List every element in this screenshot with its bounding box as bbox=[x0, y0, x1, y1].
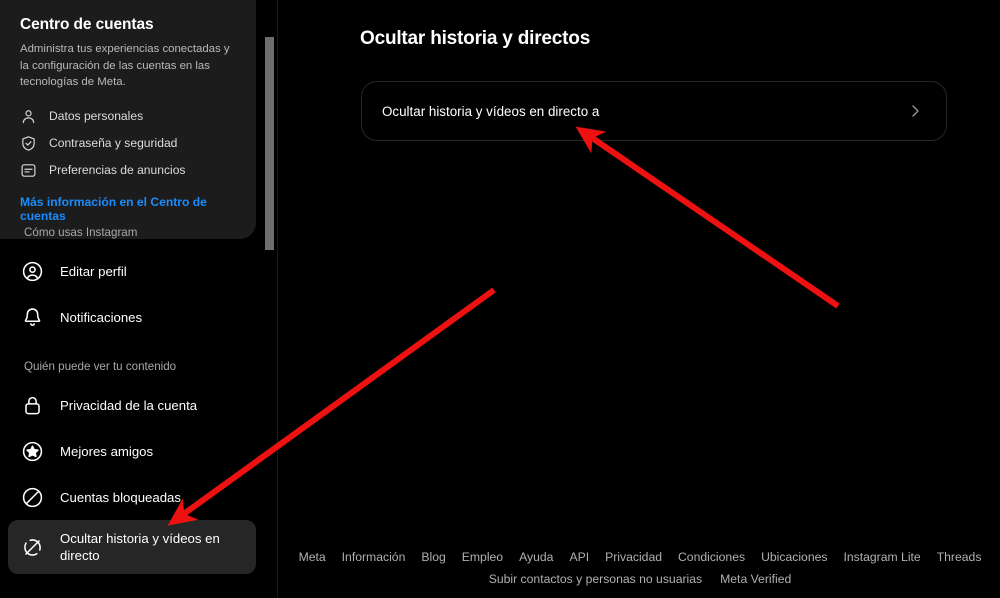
footer-link-threads[interactable]: Threads bbox=[937, 546, 982, 568]
accounts-center-card: Centro de cuentas Administra tus experie… bbox=[0, 0, 256, 239]
accounts-center-item-label: Datos personales bbox=[49, 109, 144, 123]
person-icon bbox=[20, 108, 37, 125]
accounts-center-item-label: Contraseña y seguridad bbox=[49, 136, 178, 150]
footer-link-instagram-lite[interactable]: Instagram Lite bbox=[843, 546, 920, 568]
sidebar-item-label: Editar perfil bbox=[60, 263, 127, 279]
hide-story-and-live-from-row[interactable]: Ocultar historia y vídeos en directo a bbox=[362, 82, 946, 140]
sidebar-item-label: Cuentas bloqueadas bbox=[60, 489, 181, 505]
footer-link-meta-verified[interactable]: Meta Verified bbox=[720, 568, 791, 590]
page-title: Ocultar historia y directos bbox=[360, 28, 591, 49]
footer-link-privacidad[interactable]: Privacidad bbox=[605, 546, 662, 568]
accounts-center-item-password-security[interactable]: Contraseña y seguridad bbox=[20, 130, 240, 157]
footer-links-primary: Meta Información Blog Empleo Ayuda API P… bbox=[280, 546, 1000, 568]
footer-link-ubicaciones[interactable]: Ubicaciones bbox=[761, 546, 827, 568]
footer-link-condiciones[interactable]: Condiciones bbox=[678, 546, 745, 568]
accounts-center-description: Administra tus experiencias conectadas y… bbox=[20, 43, 230, 88]
accounts-center-item-personal-data[interactable]: Datos personales bbox=[20, 103, 240, 130]
shield-check-icon bbox=[20, 135, 37, 152]
footer-link-empleo[interactable]: Empleo bbox=[462, 546, 503, 568]
block-icon bbox=[20, 485, 44, 509]
footer-link-blog[interactable]: Blog bbox=[421, 546, 445, 568]
main-content: Ocultar historia y directos Ocultar hist… bbox=[280, 0, 1000, 598]
sidebar-item-label: Notificaciones bbox=[60, 309, 143, 325]
chevron-right-icon bbox=[906, 102, 924, 120]
accounts-center-item-label: Preferencias de anuncios bbox=[49, 163, 186, 177]
sidebar-item-notifications[interactable]: Notificaciones bbox=[8, 294, 256, 340]
sidebar-item-hide-story-and-live[interactable]: Ocultar historia y vídeos en directo bbox=[8, 520, 256, 574]
accounts-center-item-ads-preferences[interactable]: Preferencias de anuncios bbox=[20, 157, 240, 184]
profile-circle-icon bbox=[20, 259, 44, 283]
instagram-settings-page: Centro de cuentas Administra tus experie… bbox=[0, 0, 1000, 598]
footer-link-api[interactable]: API bbox=[569, 546, 589, 568]
footer: Meta Información Blog Empleo Ayuda API P… bbox=[280, 546, 1000, 590]
footer-link-meta[interactable]: Meta bbox=[299, 546, 326, 568]
sidebar-item-label: Mejores amigos bbox=[60, 443, 154, 459]
bell-icon bbox=[20, 305, 44, 329]
hide-story-icon bbox=[20, 535, 44, 559]
sidebar-item-account-privacy[interactable]: Privacidad de la cuenta bbox=[8, 382, 256, 428]
settings-row-label: Ocultar historia y vídeos en directo a bbox=[382, 103, 600, 119]
footer-link-ayuda[interactable]: Ayuda bbox=[519, 546, 553, 568]
sidebar-item-close-friends[interactable]: Mejores amigos bbox=[8, 428, 256, 474]
sidebar-divider bbox=[277, 0, 278, 598]
sidebar-item-label: Ocultar historia y vídeos en directo bbox=[60, 531, 220, 563]
lock-icon bbox=[20, 393, 44, 417]
star-circle-icon bbox=[20, 439, 44, 463]
sidebar-item-edit-profile[interactable]: Editar perfil bbox=[8, 248, 256, 294]
settings-card: Ocultar historia y vídeos en directo a bbox=[361, 81, 947, 141]
footer-link-subir-contactos[interactable]: Subir contactos y personas no usuarias bbox=[489, 568, 702, 590]
sidebar: Centro de cuentas Administra tus experie… bbox=[0, 0, 264, 598]
accounts-center-title: Centro de cuentas bbox=[20, 16, 154, 33]
footer-links-secondary: Subir contactos y personas no usuarias M… bbox=[280, 568, 1000, 590]
sidebar-item-label: Privacidad de la cuenta bbox=[60, 397, 198, 413]
sidebar-section-title-who-can-see: Quién puede ver tu contenido bbox=[24, 360, 177, 373]
footer-link-informacion[interactable]: Información bbox=[342, 546, 406, 568]
ads-preferences-icon bbox=[20, 162, 37, 179]
sidebar-nav: Cómo usas Instagram Editar perfil Notifi… bbox=[0, 218, 264, 574]
sidebar-scrollbar-thumb[interactable] bbox=[265, 37, 274, 250]
sidebar-item-blocked-accounts[interactable]: Cuentas bloqueadas bbox=[8, 474, 256, 520]
sidebar-section-title-how-you-use: Cómo usas Instagram bbox=[24, 226, 138, 239]
